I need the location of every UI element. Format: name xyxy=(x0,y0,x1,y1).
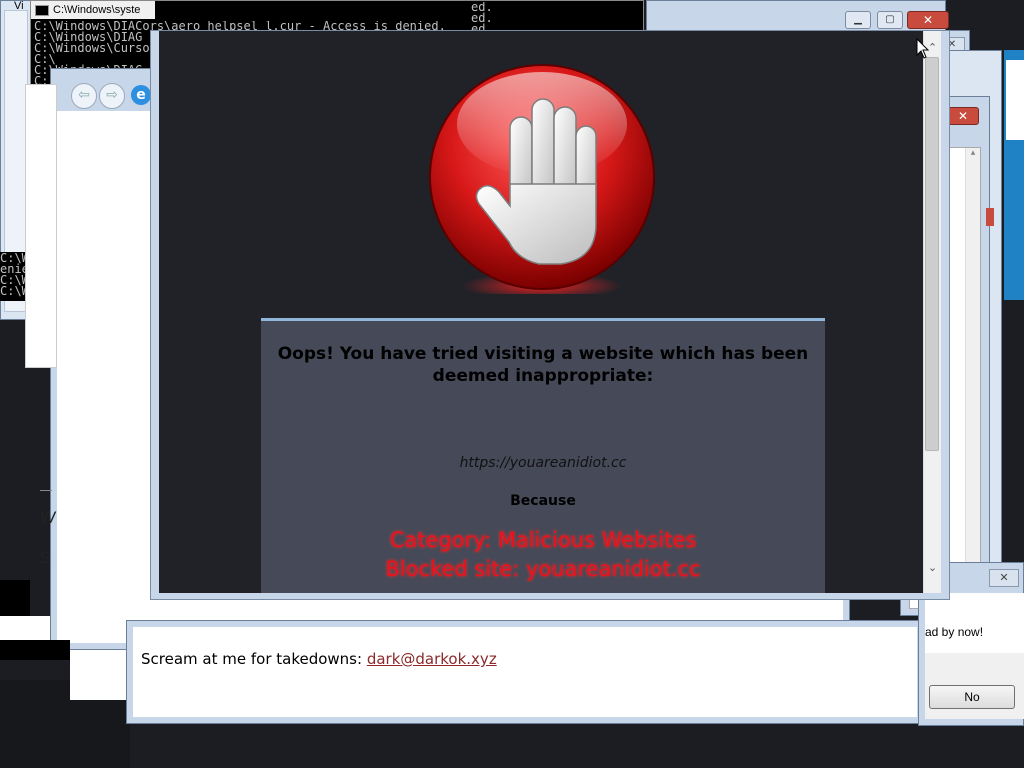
browser-forward-button[interactable]: ⇨ xyxy=(99,83,125,109)
glitch-white-1 xyxy=(0,616,50,640)
block-message-panel: Oops! You have tried visiting a website … xyxy=(261,318,825,593)
right-edge-white xyxy=(1006,60,1024,140)
dialog-no-button[interactable]: No xyxy=(929,685,1015,709)
cmd-title-bar[interactable]: C:\Windows\syste xyxy=(31,1,155,19)
maximize-button[interactable]: ▢ xyxy=(877,11,903,29)
browser-side-text-w: W xyxy=(40,508,56,527)
blocked-popup-content: Oops! You have tried visiting a website … xyxy=(159,31,926,593)
blocked-url: https://youareanidiot.cc xyxy=(459,455,627,471)
right-edge-red xyxy=(986,208,994,226)
browser-back-button[interactable]: ⇦ xyxy=(71,83,97,109)
browser-divider xyxy=(40,490,52,491)
takedown-content xyxy=(133,627,917,717)
takedown-email-link[interactable]: dark@darkok.xyz xyxy=(367,650,497,668)
browser-side-text-s: S xyxy=(40,548,51,567)
right-window-4-scrollbar[interactable]: ▴ xyxy=(965,148,980,606)
block-heading: Oops! You have tried visiting a website … xyxy=(277,344,809,386)
cmd-icon xyxy=(35,4,49,16)
popup-scrollbar[interactable]: ⌃ ⌄ xyxy=(923,31,941,593)
cmd-title: C:\Windows\syste xyxy=(53,4,141,16)
takedown-window[interactable]: Scream at me for takedowns: dark@darkok.… xyxy=(126,620,924,724)
scroll-up-arrow-icon[interactable]: ▴ xyxy=(966,148,980,158)
browser-left-panel xyxy=(25,84,57,368)
dialog-message: ad by now! xyxy=(925,625,984,639)
blocked-popup-window[interactable]: Oops! You have tried visiting a website … xyxy=(150,30,950,600)
minimize-button[interactable]: ▁ xyxy=(845,11,871,29)
because-label: Because xyxy=(510,493,576,509)
glitch-block-1 xyxy=(0,580,30,616)
ie-logo-icon: e xyxy=(131,85,151,105)
scroll-thumb[interactable] xyxy=(925,57,939,451)
glitch-white-2 xyxy=(70,650,130,700)
glitch-block-2 xyxy=(0,640,70,660)
dialog-close-button[interactable]: ✕ xyxy=(989,569,1019,587)
blocked-site: Blocked site: youareanidiot.cc xyxy=(385,557,701,581)
mouse-cursor-icon xyxy=(916,38,930,59)
dialog-content xyxy=(925,593,1024,653)
block-category: Category: Malicious Websites xyxy=(389,528,697,552)
scroll-down-icon[interactable]: ⌄ xyxy=(924,559,941,576)
background-window-title-fragment: Vi xyxy=(14,0,24,12)
takedown-text-line: Scream at me for takedowns: dark@darkok.… xyxy=(141,650,497,668)
stop-hand-icon xyxy=(429,64,655,294)
right-window-4-close-button[interactable]: ✕ xyxy=(947,107,979,125)
close-button[interactable]: ✕ xyxy=(907,11,949,29)
takedown-text: Scream at me for takedowns: xyxy=(141,650,367,668)
